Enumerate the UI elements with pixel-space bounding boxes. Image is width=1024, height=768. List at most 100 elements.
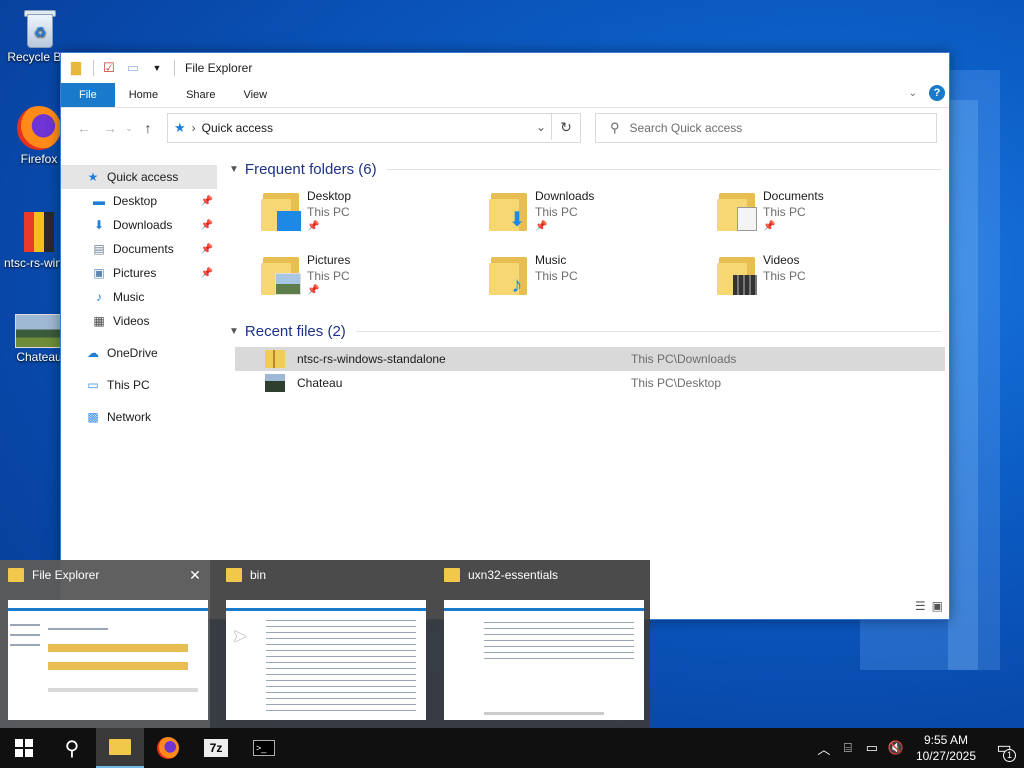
mouse-cursor-icon: ➤ xyxy=(232,626,248,646)
new-folder-icon[interactable]: ▭ xyxy=(124,59,142,77)
folder-name: Desktop xyxy=(307,189,352,203)
thumbnail-title: File Explorer xyxy=(32,568,100,582)
pin-icon[interactable]: 📌 xyxy=(201,196,213,207)
start-button[interactable] xyxy=(0,728,48,768)
section-title: Frequent folders (6) xyxy=(244,160,377,178)
navigation-pane: ★ Quick access ▬ Desktop 📌 ⬇ Downloads 📌… xyxy=(61,165,217,619)
nav-label: Network xyxy=(107,410,152,424)
nav-item-network[interactable]: ▩ Network xyxy=(61,405,217,429)
folder-tile-documents[interactable]: Documents This PC 📌 xyxy=(717,183,945,247)
folder-tile-desktop[interactable]: Desktop This PC 📌 xyxy=(261,183,489,247)
nav-item-quick-access[interactable]: ★ Quick access xyxy=(61,165,217,189)
folder-location: This PC xyxy=(535,269,578,283)
thumbnail-title: uxn32-essentials xyxy=(468,568,559,582)
notification-count: 1 xyxy=(1003,749,1016,762)
properties-icon[interactable]: ☑ xyxy=(100,59,118,77)
folder-tile-downloads[interactable]: ⬇ Downloads This PC 📌 xyxy=(489,183,717,247)
nav-item-pictures[interactable]: ▣ Pictures 📌 xyxy=(61,261,217,285)
recent-file-row[interactable]: Chateau This PC\Desktop xyxy=(235,371,945,395)
recent-files-header[interactable]: ▼ Recent files (2) xyxy=(227,317,947,345)
pin-icon[interactable]: 📌 xyxy=(201,268,213,279)
address-bar[interactable]: ★ › Quick access ⌄ ↻ xyxy=(167,113,581,143)
folder-icon xyxy=(444,568,460,582)
nav-item-this-pc[interactable]: ▭ This PC xyxy=(61,373,217,397)
taskbar-file-explorer[interactable] xyxy=(96,728,144,768)
chevron-down-icon[interactable]: ⌄ xyxy=(536,120,546,134)
folder-tile-music[interactable]: ♪ Music This PC xyxy=(489,247,717,311)
pin-icon[interactable]: 📌 xyxy=(201,220,213,231)
back-arrow-icon[interactable]: ← xyxy=(71,120,97,136)
tab-view[interactable]: View xyxy=(229,83,281,107)
nav-item-desktop[interactable]: ▬ Desktop 📌 xyxy=(61,189,217,213)
search-input[interactable]: ⚲ Search Quick access xyxy=(595,113,937,143)
clock-time: 9:55 AM xyxy=(923,733,968,747)
network-icon: ▩ xyxy=(87,410,99,424)
thumbnail-file-explorer[interactable]: File Explorer ✕ xyxy=(0,560,210,728)
search-icon: ⚲ xyxy=(64,737,80,760)
network-icon[interactable]: ▭ xyxy=(860,740,884,756)
divider xyxy=(174,60,175,76)
tab-file[interactable]: File xyxy=(61,83,115,107)
nav-item-downloads[interactable]: ⬇ Downloads 📌 xyxy=(61,213,217,237)
pin-icon: 📌 xyxy=(763,221,776,232)
clock[interactable]: 9:55 AM 10/27/2025 xyxy=(908,732,984,764)
ribbon: File Home Share View ⌄ ? xyxy=(61,83,949,108)
thumbnail-bin[interactable]: bin ➤ xyxy=(218,560,428,728)
computer-icon: ▭ xyxy=(87,378,99,392)
forward-arrow-icon[interactable]: → xyxy=(97,120,123,136)
pin-icon[interactable]: 📌 xyxy=(201,244,213,255)
folder-name: Videos xyxy=(763,253,800,267)
close-icon[interactable]: ✕ xyxy=(184,567,206,584)
recent-files-list: ntsc-rs-windows-standalone This PC\Downl… xyxy=(227,347,947,395)
details-view-icon[interactable]: ☰ xyxy=(915,599,926,613)
thumbnail-uxn32-essentials[interactable]: uxn32-essentials xyxy=(436,560,646,728)
archive-icon xyxy=(22,210,56,254)
recent-file-name: ntsc-rs-windows-standalone xyxy=(297,352,446,366)
large-icons-view-icon[interactable]: ▣ xyxy=(932,599,943,613)
desktop-icon: ▬ xyxy=(93,194,105,208)
thumbnail-preview xyxy=(444,600,644,720)
pin-icon: 📌 xyxy=(307,221,320,232)
tab-home[interactable]: Home xyxy=(115,83,172,107)
view-toggle-group: ☰ ▣ xyxy=(915,599,943,613)
folder-tile-videos[interactable]: Videos This PC xyxy=(717,247,945,311)
recent-locations-icon[interactable]: ⌄ xyxy=(123,123,135,134)
up-arrow-icon[interactable]: ↑ xyxy=(135,120,161,136)
refresh-icon[interactable]: ↻ xyxy=(551,114,580,140)
chevron-up-icon[interactable]: ︿ xyxy=(812,739,836,758)
nav-item-documents[interactable]: ▤ Documents 📌 xyxy=(61,237,217,261)
firefox-icon xyxy=(17,106,61,150)
thumbnail-preview xyxy=(226,600,426,720)
folder-tile-pictures[interactable]: Pictures This PC 📌 xyxy=(261,247,489,311)
taskbar-terminal[interactable]: >_ xyxy=(240,728,288,768)
search-button[interactable]: ⚲ xyxy=(48,728,96,768)
recent-file-row[interactable]: ntsc-rs-windows-standalone This PC\Downl… xyxy=(235,347,945,371)
folder-icon xyxy=(109,739,131,755)
expand-ribbon-icon[interactable]: ⌄ xyxy=(909,88,917,99)
file-explorer-window[interactable]: ▇ ☑ ▭ ▼ File Explorer File Home Share Vi… xyxy=(60,52,950,620)
nav-label: Music xyxy=(113,290,145,304)
nav-label: This PC xyxy=(107,378,150,392)
help-icon[interactable]: ? xyxy=(929,85,945,101)
folder-location: This PC xyxy=(307,269,350,283)
volume-muted-icon[interactable]: 🔇 xyxy=(884,740,908,756)
nav-item-music[interactable]: ♪ Music xyxy=(61,285,217,309)
divider xyxy=(386,168,941,170)
chevron-right-icon[interactable]: › xyxy=(192,121,196,135)
firefox-icon xyxy=(157,737,179,759)
customize-toolbar-icon[interactable]: ▼ xyxy=(148,59,166,77)
title-bar[interactable]: ▇ ☑ ▭ ▼ File Explorer xyxy=(61,53,949,83)
nav-item-onedrive[interactable]: ☁ OneDrive xyxy=(61,341,217,365)
folder-videos-icon xyxy=(717,253,757,297)
tab-share[interactable]: Share xyxy=(172,83,229,107)
action-center-button[interactable]: ▭ 1 xyxy=(984,738,1024,762)
nav-label: OneDrive xyxy=(107,346,158,360)
frequent-folders-header[interactable]: ▼ Frequent folders (6) xyxy=(227,155,947,183)
zip-folder-icon xyxy=(265,350,285,368)
nav-item-videos[interactable]: ▦ Videos xyxy=(61,309,217,333)
divider xyxy=(93,60,94,76)
taskbar-7zip[interactable]: 7z xyxy=(192,728,240,768)
taskbar-firefox[interactable] xyxy=(144,728,192,768)
meet-now-icon[interactable]: ⌸ xyxy=(836,740,860,756)
section-title: Recent files (2) xyxy=(244,322,346,340)
